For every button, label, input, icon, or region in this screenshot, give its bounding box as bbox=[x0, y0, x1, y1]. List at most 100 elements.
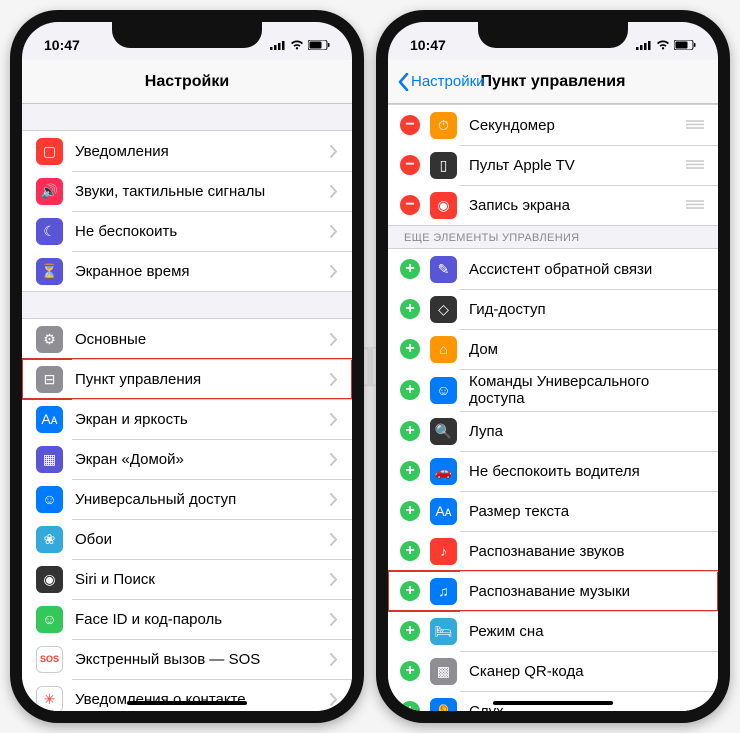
chevron-right-icon bbox=[330, 693, 338, 706]
settings-row-exposure[interactable]: ✳Уведомления о контакте bbox=[22, 679, 352, 711]
cc-row-a11y-shortcuts[interactable]: +☺Команды Универсального доступа bbox=[388, 369, 718, 411]
cc-row-text-size[interactable]: +AᴀРазмер текста bbox=[388, 491, 718, 531]
cc-row-sound-recognition[interactable]: +♪Распознавание звуков bbox=[388, 531, 718, 571]
chevron-right-icon bbox=[330, 145, 338, 158]
home-indicator[interactable] bbox=[127, 701, 247, 705]
faceid-icon: ☺ bbox=[36, 606, 63, 633]
row-label: Уведомления bbox=[75, 143, 330, 160]
settings-row-sounds[interactable]: 🔊Звуки, тактильные сигналы bbox=[22, 171, 352, 211]
settings-list[interactable]: ▢Уведомления🔊Звуки, тактильные сигналы☾Н… bbox=[22, 104, 352, 711]
chevron-right-icon bbox=[330, 265, 338, 278]
back-label: Настройки bbox=[411, 73, 485, 90]
row-label: Дом bbox=[469, 341, 704, 358]
add-button[interactable]: + bbox=[400, 621, 420, 641]
chevron-right-icon bbox=[330, 613, 338, 626]
siri-icon: ◉ bbox=[36, 566, 63, 593]
sos-icon: SOS bbox=[36, 646, 63, 673]
add-button[interactable]: + bbox=[400, 339, 420, 359]
add-button[interactable]: + bbox=[400, 581, 420, 601]
cc-row-appletv-remote[interactable]: −▯Пульт Apple TV bbox=[388, 145, 718, 185]
notch bbox=[112, 22, 262, 48]
chevron-right-icon bbox=[330, 493, 338, 506]
display-icon: Aᴀ bbox=[36, 406, 63, 433]
add-button[interactable]: + bbox=[400, 541, 420, 561]
nav-bar: Настройки bbox=[22, 60, 352, 104]
add-button[interactable]: + bbox=[400, 421, 420, 441]
dnd-icon: ☾ bbox=[36, 218, 63, 245]
drag-handle-icon[interactable] bbox=[686, 156, 704, 174]
car-dnd-icon: 🚗 bbox=[430, 458, 457, 485]
row-label: Лупа bbox=[469, 423, 704, 440]
wallpaper-icon: ❀ bbox=[36, 526, 63, 553]
control-center-list[interactable]: −⏱Секундомер−▯Пульт Apple TV−◉Запись экр… bbox=[388, 104, 718, 711]
phone-left: 10:47 Настройки ▢Уведомления🔊Звуки, такт… bbox=[10, 10, 364, 723]
cc-row-music-recognition[interactable]: + ♫ Распознавание музыки bbox=[388, 571, 718, 611]
cc-row-feedback[interactable]: +✎Ассистент обратной связи bbox=[388, 249, 718, 289]
signal-icon bbox=[270, 40, 286, 50]
remove-button[interactable]: − bbox=[400, 155, 420, 175]
remove-button[interactable]: − bbox=[400, 115, 420, 135]
remove-button[interactable]: − bbox=[400, 195, 420, 215]
signal-icon bbox=[636, 40, 652, 50]
settings-row-control-center[interactable]: ⊟Пункт управления bbox=[22, 359, 352, 399]
add-button[interactable]: + bbox=[400, 501, 420, 521]
chevron-right-icon bbox=[330, 413, 338, 426]
screen-record-icon: ◉ bbox=[430, 192, 457, 219]
qr-scanner-icon: ▩ bbox=[430, 658, 457, 685]
settings-row-faceid[interactable]: ☺Face ID и код-пароль bbox=[22, 599, 352, 639]
guided-access-icon: ◇ bbox=[430, 296, 457, 323]
settings-row-accessibility[interactable]: ☺Универсальный доступ bbox=[22, 479, 352, 519]
row-label: Экстренный вызов — SOS bbox=[75, 651, 330, 668]
row-label: Размер текста bbox=[469, 503, 704, 520]
add-button[interactable]: + bbox=[400, 259, 420, 279]
cc-row-guided-access[interactable]: +◇Гид-доступ bbox=[388, 289, 718, 329]
sleep-icon: 🛏 bbox=[430, 618, 457, 645]
chevron-right-icon bbox=[330, 453, 338, 466]
settings-row-dnd[interactable]: ☾Не беспокоить bbox=[22, 211, 352, 251]
cc-row-screen-record[interactable]: −◉Запись экрана bbox=[388, 185, 718, 225]
cc-row-magnifier[interactable]: +🔍Лупа bbox=[388, 411, 718, 451]
screentime-icon: ⏳ bbox=[36, 258, 63, 285]
cc-row-car-dnd[interactable]: +🚗Не беспокоить водителя bbox=[388, 451, 718, 491]
add-button[interactable]: + bbox=[400, 299, 420, 319]
settings-row-general[interactable]: ⚙Основные bbox=[22, 319, 352, 359]
settings-row-wallpaper[interactable]: ❀Обои bbox=[22, 519, 352, 559]
settings-row-home-screen[interactable]: ▦Экран «Домой» bbox=[22, 439, 352, 479]
add-button[interactable]: + bbox=[400, 461, 420, 481]
add-button[interactable]: + bbox=[400, 380, 420, 400]
chevron-right-icon bbox=[330, 373, 338, 386]
home-indicator[interactable] bbox=[493, 701, 613, 705]
cc-row-sleep[interactable]: +🛏Режим сна bbox=[388, 611, 718, 651]
page-title: Настройки bbox=[145, 73, 229, 91]
phone-right: 10:47 Настройки Пункт управления −⏱Секун… bbox=[376, 10, 730, 723]
cc-row-qr-scanner[interactable]: +▩Сканер QR-кода bbox=[388, 651, 718, 691]
sound-recognition-icon: ♪ bbox=[430, 538, 457, 565]
row-label: Секундомер bbox=[469, 117, 686, 134]
cc-row-home[interactable]: + ⌂ Дом bbox=[388, 329, 718, 369]
cc-row-stopwatch[interactable]: −⏱Секундомер bbox=[388, 105, 718, 145]
status-indicators bbox=[636, 40, 696, 50]
row-label: Экран «Домой» bbox=[75, 451, 330, 468]
accessibility-icon: ☺ bbox=[36, 486, 63, 513]
section-header-more: ЕЩЕ ЭЛЕМЕНТЫ УПРАВЛЕНИЯ bbox=[388, 226, 718, 248]
back-button[interactable]: Настройки bbox=[398, 73, 485, 91]
row-label: Распознавание музыки bbox=[469, 583, 704, 600]
drag-handle-icon[interactable] bbox=[686, 116, 704, 134]
add-button[interactable]: + bbox=[400, 661, 420, 681]
page-title: Пункт управления bbox=[481, 73, 626, 91]
row-label: Звуки, тактильные сигналы bbox=[75, 183, 330, 200]
drag-handle-icon[interactable] bbox=[686, 196, 704, 214]
status-time: 10:47 bbox=[410, 37, 446, 53]
home-icon: ⌂ bbox=[430, 336, 457, 363]
nav-bar: Настройки Пункт управления bbox=[388, 60, 718, 104]
settings-row-display[interactable]: Aᴀ Экран и яркость bbox=[22, 399, 352, 439]
music-recognition-icon: ♫ bbox=[430, 578, 457, 605]
hearing-icon: 👂 bbox=[430, 698, 457, 712]
settings-row-notifications[interactable]: ▢Уведомления bbox=[22, 131, 352, 171]
wifi-icon bbox=[656, 40, 670, 50]
settings-row-siri[interactable]: ◉Siri и Поиск bbox=[22, 559, 352, 599]
settings-row-sos[interactable]: SOS Экстренный вызов — SOS bbox=[22, 639, 352, 679]
row-label: Экран и яркость bbox=[75, 411, 330, 428]
settings-row-screentime[interactable]: ⏳Экранное время bbox=[22, 251, 352, 291]
add-button[interactable]: + bbox=[400, 701, 420, 711]
